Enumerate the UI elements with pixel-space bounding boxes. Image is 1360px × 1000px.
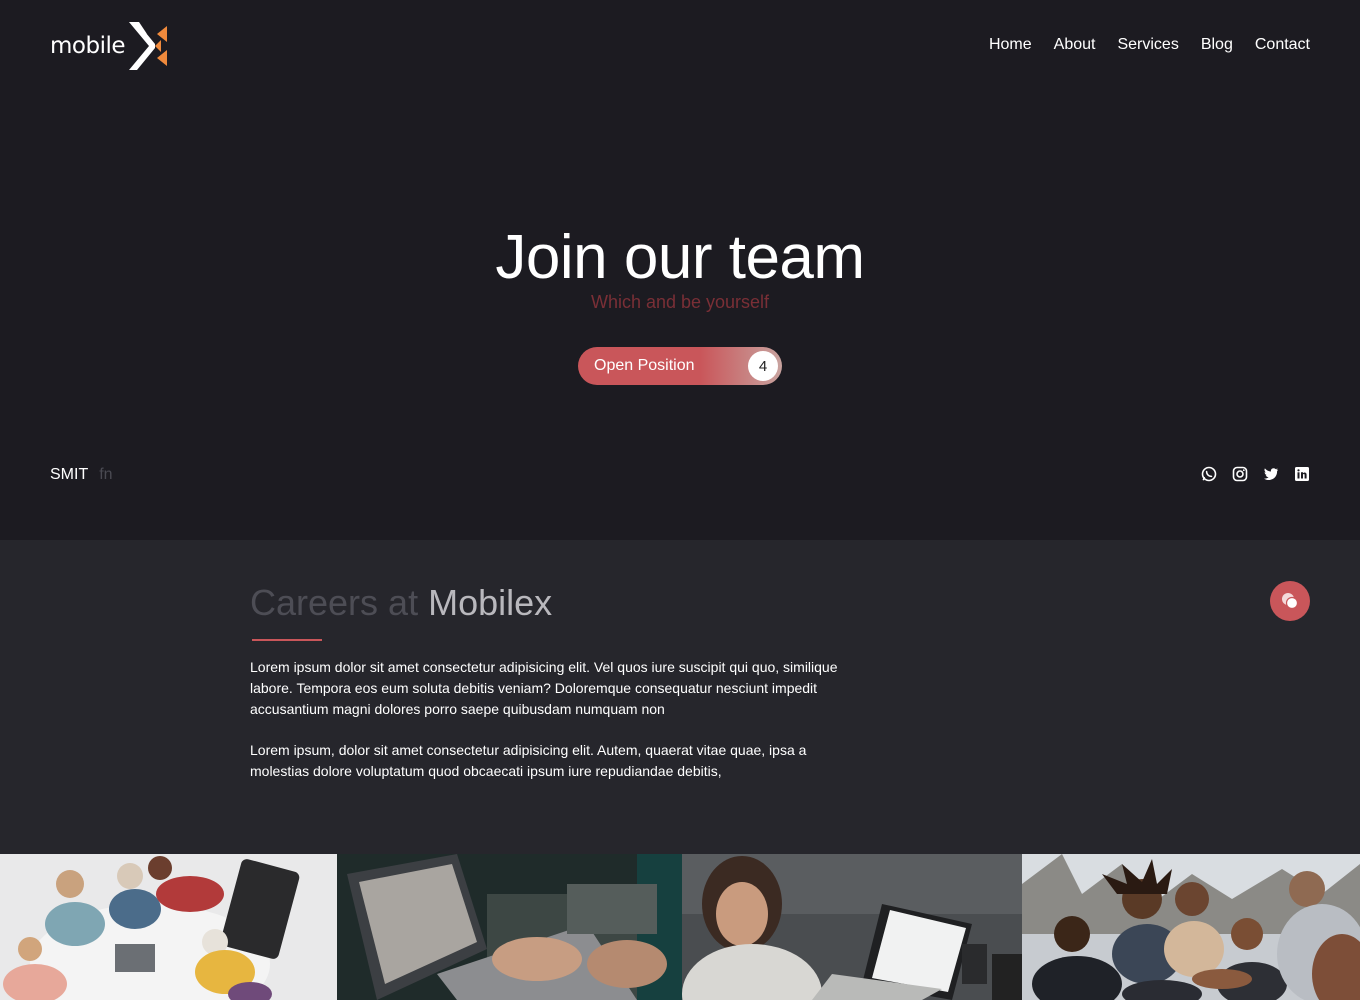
open-position-button[interactable]: Open Position 4 — [578, 347, 782, 385]
chat-button[interactable] — [1270, 581, 1310, 621]
careers-title: Careers at Mobilex — [250, 582, 552, 624]
careers-title-brand: Mobilex — [428, 582, 553, 623]
whatsapp-icon[interactable] — [1201, 466, 1217, 482]
hero-subtitle: Which and be yourself — [590, 292, 770, 312]
twitter-icon[interactable] — [1263, 466, 1279, 482]
chat-bubbles-icon — [1282, 593, 1299, 610]
nav-contact[interactable]: Contact — [1255, 36, 1310, 54]
hero-footer-left: SMIT fn — [50, 466, 113, 484]
nav-home[interactable]: Home — [989, 36, 1032, 54]
nav-about[interactable]: About — [1054, 36, 1096, 54]
nav-blog[interactable]: Blog — [1201, 36, 1233, 54]
nav-services[interactable]: Services — [1117, 36, 1178, 54]
brand-logo[interactable]: mobile — [50, 20, 169, 72]
logo-x-mark-icon — [129, 22, 168, 70]
logo-text: mobile — [50, 33, 126, 59]
laptop-typing-photo — [337, 854, 682, 1000]
smit-label: SMIT — [50, 466, 89, 483]
hero-title: Join our team — [495, 223, 865, 292]
fn-label: fn — [99, 466, 113, 483]
linkedin-icon[interactable] — [1294, 466, 1310, 482]
instagram-icon[interactable] — [1232, 466, 1248, 482]
careers-title-muted: Careers at — [250, 582, 419, 623]
careers-paragraph-1: Lorem ipsum dolor sit amet consectetur a… — [250, 659, 838, 717]
team-celebration-photo — [1022, 854, 1360, 1000]
social-links — [1201, 466, 1310, 482]
team-meeting-photo — [0, 854, 337, 1000]
photo-gallery — [0, 854, 1360, 1000]
hero-section: mobile Home About Services Blog Contact … — [0, 0, 1360, 540]
careers-paragraph-2: Lorem ipsum, dolor sit amet consectetur … — [250, 742, 807, 779]
woman-laptop-photo — [682, 854, 1022, 1000]
main-nav: Home About Services Blog Contact — [989, 36, 1310, 54]
open-position-label: Open Position — [594, 357, 695, 374]
careers-section: Careers at Mobilex Lorem ipsum dolor sit… — [0, 540, 1360, 854]
careers-title-underline — [252, 639, 322, 641]
open-position-count-badge: 4 — [748, 351, 778, 381]
